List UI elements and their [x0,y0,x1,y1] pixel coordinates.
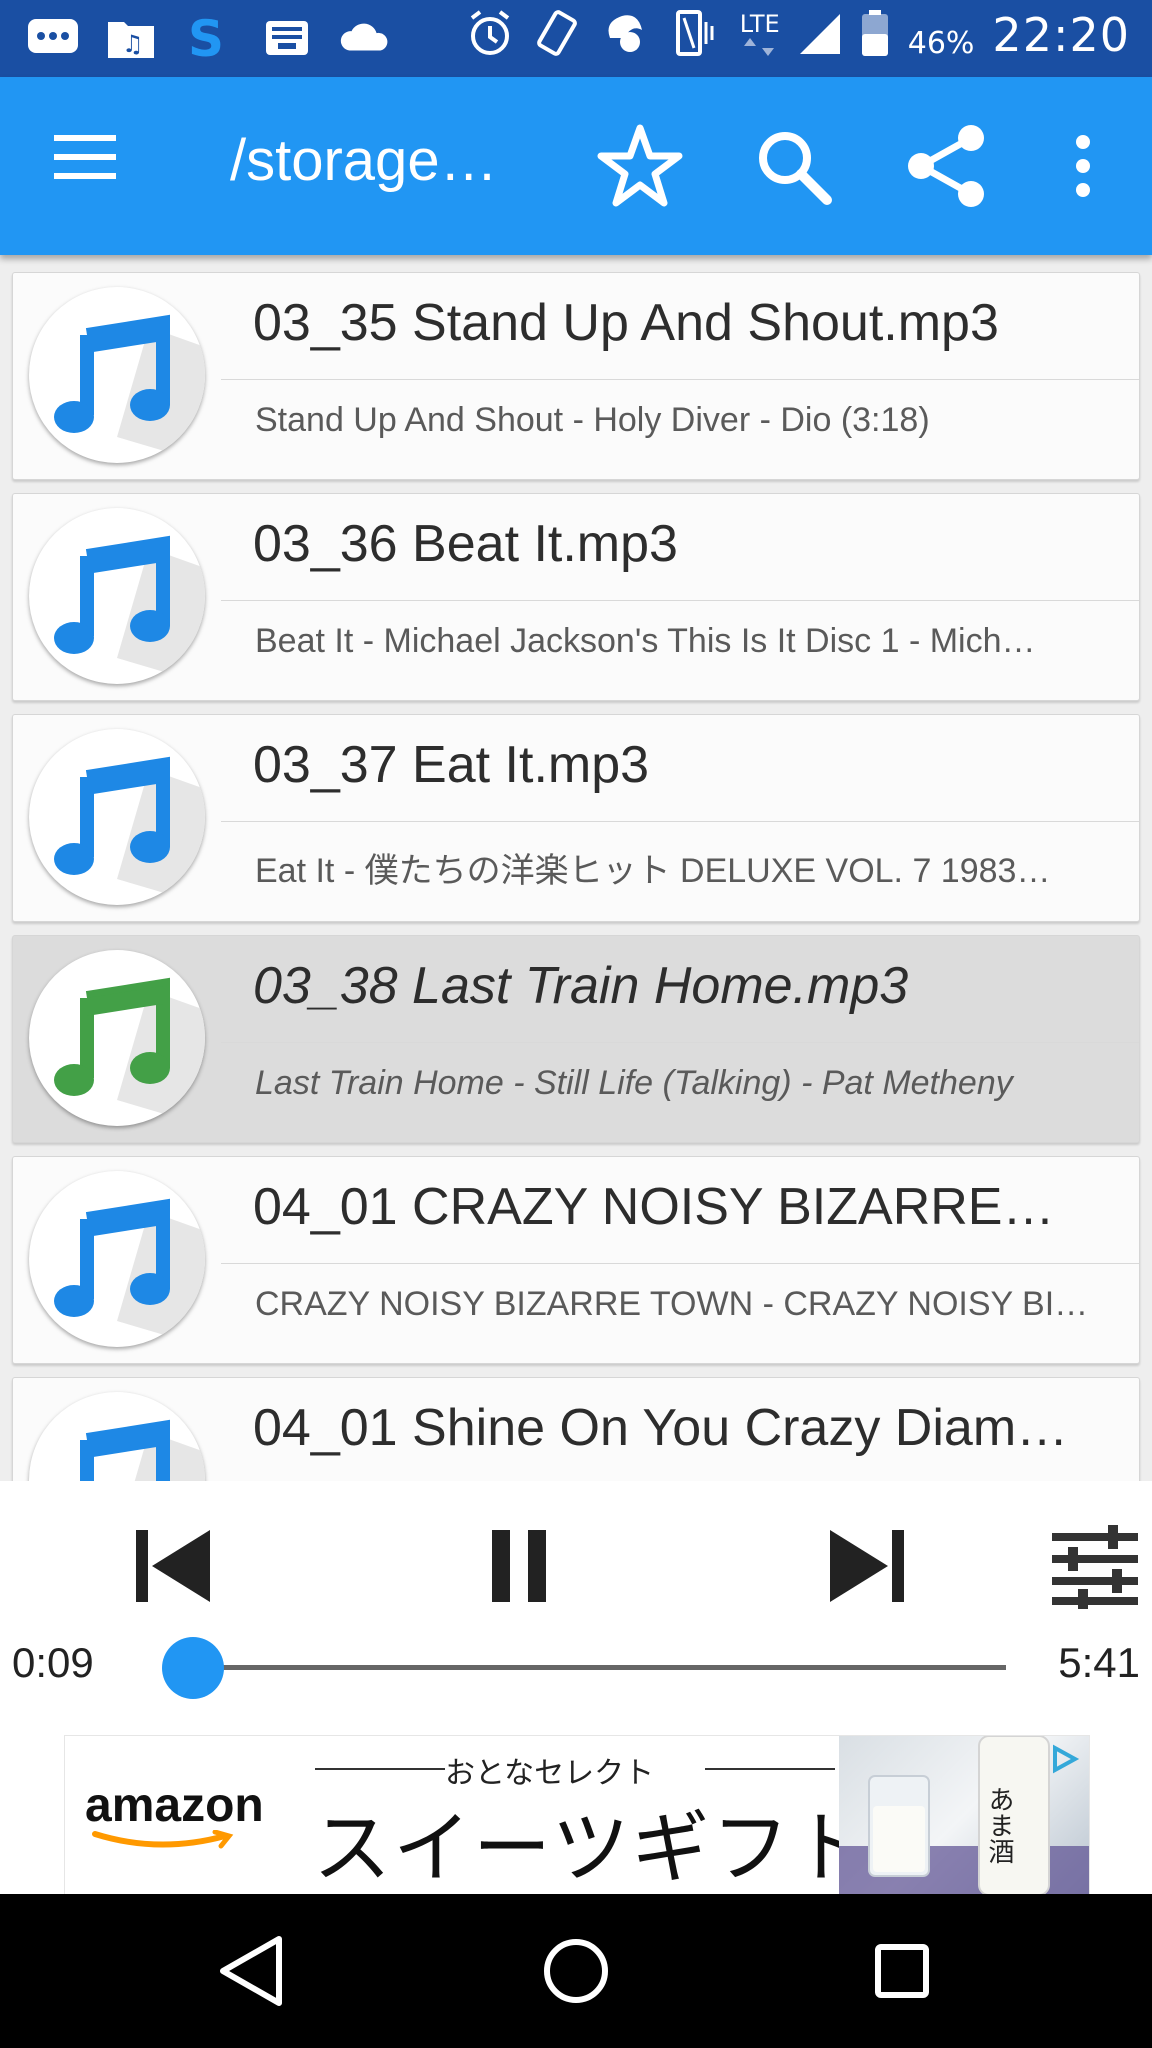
divider [221,600,1139,601]
list-item[interactable]: 04_01 Shine On You Crazy Diam… [12,1377,1140,1481]
track-subtitle: Stand Up And Shout - Holy Diver - Dio (3… [255,401,930,439]
signal-icon [798,10,842,60]
track-list[interactable]: 03_35 Stand Up And Shout.mp3 Stand Up An… [0,255,1152,1481]
music-note-icon [29,1171,205,1347]
music-note-icon [29,287,205,463]
back-icon[interactable] [200,1926,300,2016]
vibrate-icon [668,8,722,62]
ad-choices-icon[interactable] [1047,1744,1081,1774]
divider [221,821,1139,822]
battery-percent: 46% [907,25,975,61]
music-note-icon [29,508,205,684]
track-subtitle: CRAZY NOISY BIZARRE TOWN - CRAZY NOISY B… [255,1285,1089,1323]
recents-icon[interactable] [852,1926,952,2016]
total-time: 5:41 [1058,1639,1140,1686]
battery-icon [860,8,890,62]
current-time: 0:09 [12,1639,94,1686]
svg-text:S: S [188,12,224,62]
pause-icon[interactable] [464,1511,574,1621]
rotate-icon [532,8,582,62]
ad-rule-right [705,1768,835,1770]
clock: 22:20 [992,8,1130,62]
divider [221,1042,1139,1043]
track-subtitle: Last Train Home - Still Life (Talking) -… [255,1064,1013,1102]
star-icon[interactable] [595,121,685,211]
inbox-icon [260,14,314,60]
svg-text:♫: ♫ [122,30,144,58]
search-icon[interactable] [748,121,838,211]
page-title: /storage… [230,128,498,193]
alarm-icon [466,8,514,62]
music-note-icon [29,729,205,905]
list-item[interactable]: 03_37 Eat It.mp3 Eat It - 僕たちの洋楽ヒット DELU… [12,714,1140,922]
divider [221,1263,1139,1264]
s-app-icon: S [182,12,236,62]
share-icon[interactable] [902,121,992,211]
menu-icon[interactable] [54,135,118,195]
data-saver-icon [600,8,650,62]
network-type-label: LTE [739,10,780,38]
music-app-icon: ♫ [104,14,158,60]
more-vert-icon[interactable] [1038,121,1128,211]
app-bar: /storage… [0,77,1152,255]
navigation-bar [0,1894,1152,2048]
music-note-icon [29,1392,205,1481]
ad-rule-left [315,1768,445,1770]
track-title: 04_01 CRAZY NOISY BIZARRE… [253,1178,1055,1236]
messenger-icon [26,14,80,60]
seek-thumb[interactable] [162,1637,225,1699]
track-subtitle: Beat It - Michael Jackson's This Is It D… [255,622,1036,660]
list-item[interactable]: 03_36 Beat It.mp3 Beat It - Michael Jack… [12,493,1140,701]
ad-area: amazon おとなセレクト スイーツギフト あま酒 [0,1735,1152,1896]
ad-headline: スイーツギフト [313,1804,872,1894]
seek-bar[interactable] [168,1665,1006,1670]
cloud-icon [338,14,392,60]
track-subtitle: Eat It - 僕たちの洋楽ヒット DELUXE VOL. 7 1983… [255,852,1051,890]
track-title: 03_35 Stand Up And Shout.mp3 [253,294,999,352]
lte-signal-icon: LTE [740,12,780,58]
amazon-logo: amazon [85,1778,264,1849]
divider [221,379,1139,380]
home-icon[interactable] [526,1926,626,2016]
list-item[interactable]: 03_35 Stand Up And Shout.mp3 Stand Up An… [12,272,1140,480]
bottle-label-text: あま酒 [984,1786,1014,1864]
track-title: 04_01 Shine On You Crazy Diam… [253,1399,1069,1457]
track-title: 03_37 Eat It.mp3 [253,736,650,794]
status-bar: ♫ S LTE 46% 22:20 [0,0,1152,77]
player-controls: 0:09 5:41 [0,1481,1152,1735]
music-note-playing-icon [29,950,205,1126]
track-title: 03_38 Last Train Home.mp3 [253,957,909,1015]
list-item-now-playing[interactable]: 03_38 Last Train Home.mp3 Last Train Hom… [12,935,1140,1143]
skip-previous-icon[interactable] [118,1511,228,1621]
list-item[interactable]: 04_01 CRAZY NOISY BIZARRE… CRAZY NOISY B… [12,1156,1140,1364]
ad-banner[interactable]: amazon おとなセレクト スイーツギフト あま酒 [64,1735,1090,1896]
equalizer-icon[interactable] [1040,1511,1150,1621]
skip-next-icon[interactable] [812,1511,922,1621]
track-title: 03_36 Beat It.mp3 [253,515,678,573]
